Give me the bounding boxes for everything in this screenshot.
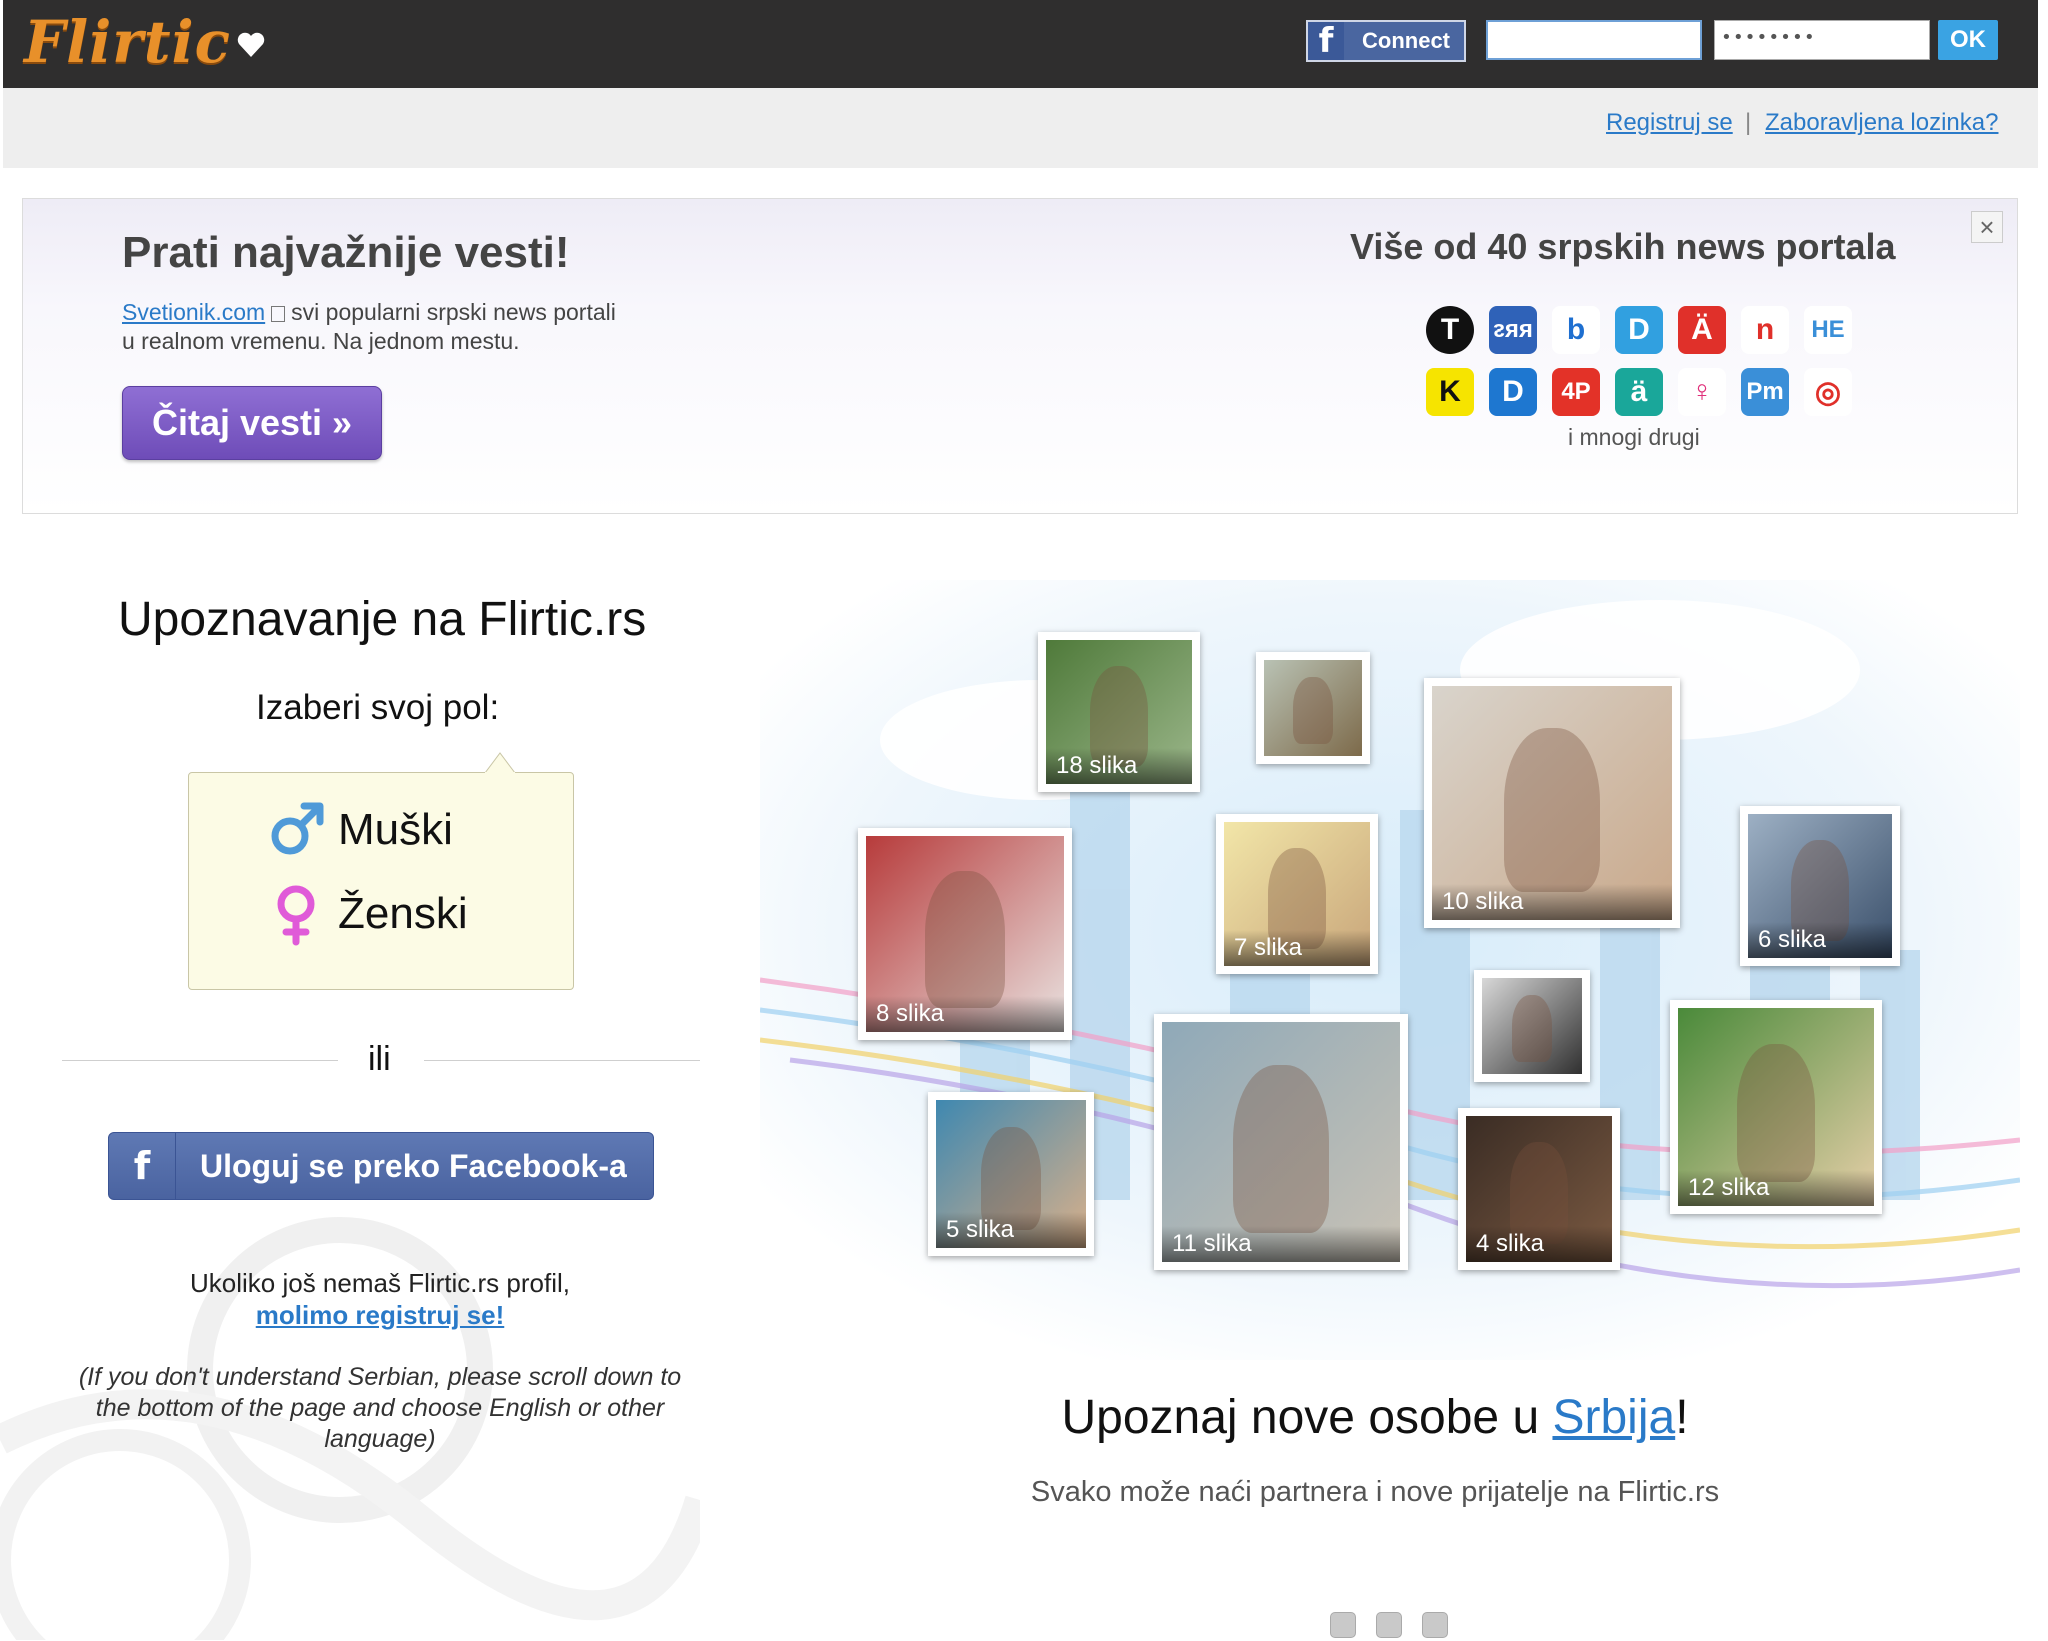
member-photo-image: 4 slika <box>1466 1116 1612 1262</box>
photo-count-caption: 12 slika <box>1678 1170 1874 1206</box>
member-photo[interactable]: 7 slika <box>1216 814 1378 974</box>
news-portal-icon[interactable]: 4P <box>1552 368 1600 416</box>
member-photo[interactable]: 8 slika <box>858 828 1072 1040</box>
or-text: ili <box>368 1040 391 1078</box>
member-photo[interactable] <box>1256 652 1370 764</box>
english-note: (If you don't understand Serbian, please… <box>78 1363 682 1453</box>
news-portal-icon[interactable]: ä <box>1615 368 1663 416</box>
sub-bar <box>3 88 2038 168</box>
member-photo-image <box>1482 978 1582 1074</box>
male-label: Muški <box>338 805 453 854</box>
meet-title: Upoznaj nove osobe u Srbija! <box>760 1390 1990 1445</box>
photo-count-caption: 5 slika <box>936 1212 1086 1248</box>
photo-count-caption: 11 slika <box>1162 1226 1400 1262</box>
gender-box-pointer <box>485 752 515 781</box>
news-portal-icon[interactable]: D <box>1489 368 1537 416</box>
person-silhouette <box>1293 677 1333 745</box>
member-photo[interactable]: 11 slika <box>1154 1014 1408 1270</box>
banner-desc-line1: svi popularni srpski news portali <box>291 299 616 325</box>
news-portal-icon[interactable]: ♀ <box>1678 368 1726 416</box>
photo-count-caption: 7 slika <box>1224 930 1370 966</box>
forgot-password-link[interactable]: Zaboravljena lozinka? <box>1765 109 1998 137</box>
svetionik-link[interactable]: Svetionik.com <box>122 299 265 325</box>
link-separator: | <box>1745 109 1752 136</box>
more-portals-text: i mnogi drugi <box>1568 424 1700 450</box>
news-portal-icon[interactable]: ᴤᴙᴙ <box>1489 306 1537 354</box>
member-photo-image: 7 slika <box>1224 822 1370 966</box>
meet-title-text: Upoznaj nove osobe u <box>1061 1391 1553 1444</box>
news-portal-icon[interactable]: b <box>1552 306 1600 354</box>
close-banner-button[interactable]: × <box>1971 211 2003 243</box>
person-silhouette <box>1736 1043 1816 1183</box>
username-input[interactable] <box>1486 20 1702 60</box>
register-link[interactable]: Registruj se <box>1606 109 1733 137</box>
meet-title-end: ! <box>1675 1391 1689 1444</box>
member-photo-image: 18 slika <box>1046 640 1192 784</box>
member-photo[interactable]: 5 slika <box>928 1092 1094 1256</box>
carousel-dot-3[interactable] <box>1422 1612 1448 1638</box>
carousel-dot-1[interactable] <box>1330 1612 1356 1638</box>
country-link[interactable]: Srbija <box>1552 1391 1675 1444</box>
divider-left <box>62 1060 338 1061</box>
dating-title: Upoznavanje na Flirtic.rs <box>118 593 647 646</box>
member-photo-image: 6 slika <box>1748 814 1892 958</box>
member-photo[interactable]: 4 slika <box>1458 1108 1620 1270</box>
divider-right <box>424 1060 700 1061</box>
facebook-login-label: Uloguj se preko Facebook-a <box>200 1147 627 1184</box>
news-portals-title: Više od 40 srpskih news portala <box>1350 226 1896 267</box>
no-profile-text: Ukoliko još nemaš Flirtic.rs profil, <box>190 1268 570 1298</box>
member-photo[interactable] <box>1474 970 1590 1082</box>
female-symbol-icon <box>277 885 315 946</box>
banner-title: Prati najvažnije vesti! <box>122 228 570 277</box>
member-photo[interactable]: 6 slika <box>1740 806 1900 966</box>
member-photo-image: 11 slika <box>1162 1022 1400 1262</box>
male-symbol-icon <box>271 802 324 855</box>
login-ok-button[interactable]: OK <box>1938 20 1998 60</box>
meet-subtitle: Svako može naći partnera i nove prijatel… <box>1030 1476 1720 1508</box>
person-silhouette <box>1504 728 1600 892</box>
gender-option-female[interactable]: Ženski <box>266 882 468 946</box>
member-photo-image: 5 slika <box>936 1100 1086 1248</box>
register-now-link[interactable]: molimo registruj se! <box>60 1300 700 1331</box>
photo-count-caption: 8 slika <box>866 996 1064 1032</box>
news-portal-icon[interactable]: D <box>1615 306 1663 354</box>
person-silhouette <box>1233 1065 1329 1234</box>
heart-icon <box>237 32 265 57</box>
news-portal-icon[interactable]: T <box>1426 306 1474 354</box>
member-photo-image: 8 slika <box>866 836 1064 1032</box>
photo-count-caption: 4 slika <box>1466 1226 1612 1262</box>
person-silhouette <box>925 871 1005 1009</box>
person-silhouette <box>1512 995 1552 1063</box>
read-news-button[interactable]: Čitaj vesti » <box>122 386 382 460</box>
facebook-icon: f <box>1308 22 1344 60</box>
news-portal-icon[interactable]: n <box>1741 306 1789 354</box>
member-photo[interactable]: 12 slika <box>1670 1000 1882 1214</box>
news-portal-icon[interactable]: K <box>1426 368 1474 416</box>
gender-option-male[interactable]: Muški <box>266 800 453 860</box>
facebook-connect-label: Connect <box>1362 28 1450 53</box>
news-portal-icon[interactable]: Pm <box>1741 368 1789 416</box>
member-photo-image: 10 slika <box>1432 686 1672 920</box>
news-portal-icon[interactable]: ◎ <box>1804 368 1852 416</box>
facebook-icon: f <box>109 1133 176 1199</box>
carousel-dot-2[interactable] <box>1376 1612 1402 1638</box>
password-input[interactable]: •••••••• <box>1714 20 1930 60</box>
photo-count-caption: 10 slika <box>1432 884 1672 920</box>
member-photo-image: 12 slika <box>1678 1008 1874 1206</box>
missing-glyph-icon <box>271 305 286 322</box>
photo-count-caption: 18 slika <box>1046 748 1192 784</box>
banner-description: Svetionik.com svi popularni srpski news p… <box>122 298 682 356</box>
news-portal-icon[interactable]: HE <box>1804 306 1852 354</box>
photo-count-caption: 6 slika <box>1748 922 1892 958</box>
member-photo[interactable]: 10 slika <box>1424 678 1680 928</box>
gender-prompt: Izaberi svoj pol: <box>256 688 500 727</box>
banner-desc-line2: u realnom vremenu. Na jednom mestu. <box>122 328 520 354</box>
member-photo[interactable]: 18 slika <box>1038 632 1200 792</box>
female-label: Ženski <box>338 889 468 938</box>
site-logo[interactable]: Flirtic <box>24 8 231 76</box>
facebook-connect-button[interactable]: f Connect <box>1306 20 1466 62</box>
member-photo-image <box>1264 660 1362 756</box>
news-portal-icon[interactable]: Ä <box>1678 306 1726 354</box>
facebook-login-button[interactable]: f Uloguj se preko Facebook-a <box>108 1132 654 1200</box>
